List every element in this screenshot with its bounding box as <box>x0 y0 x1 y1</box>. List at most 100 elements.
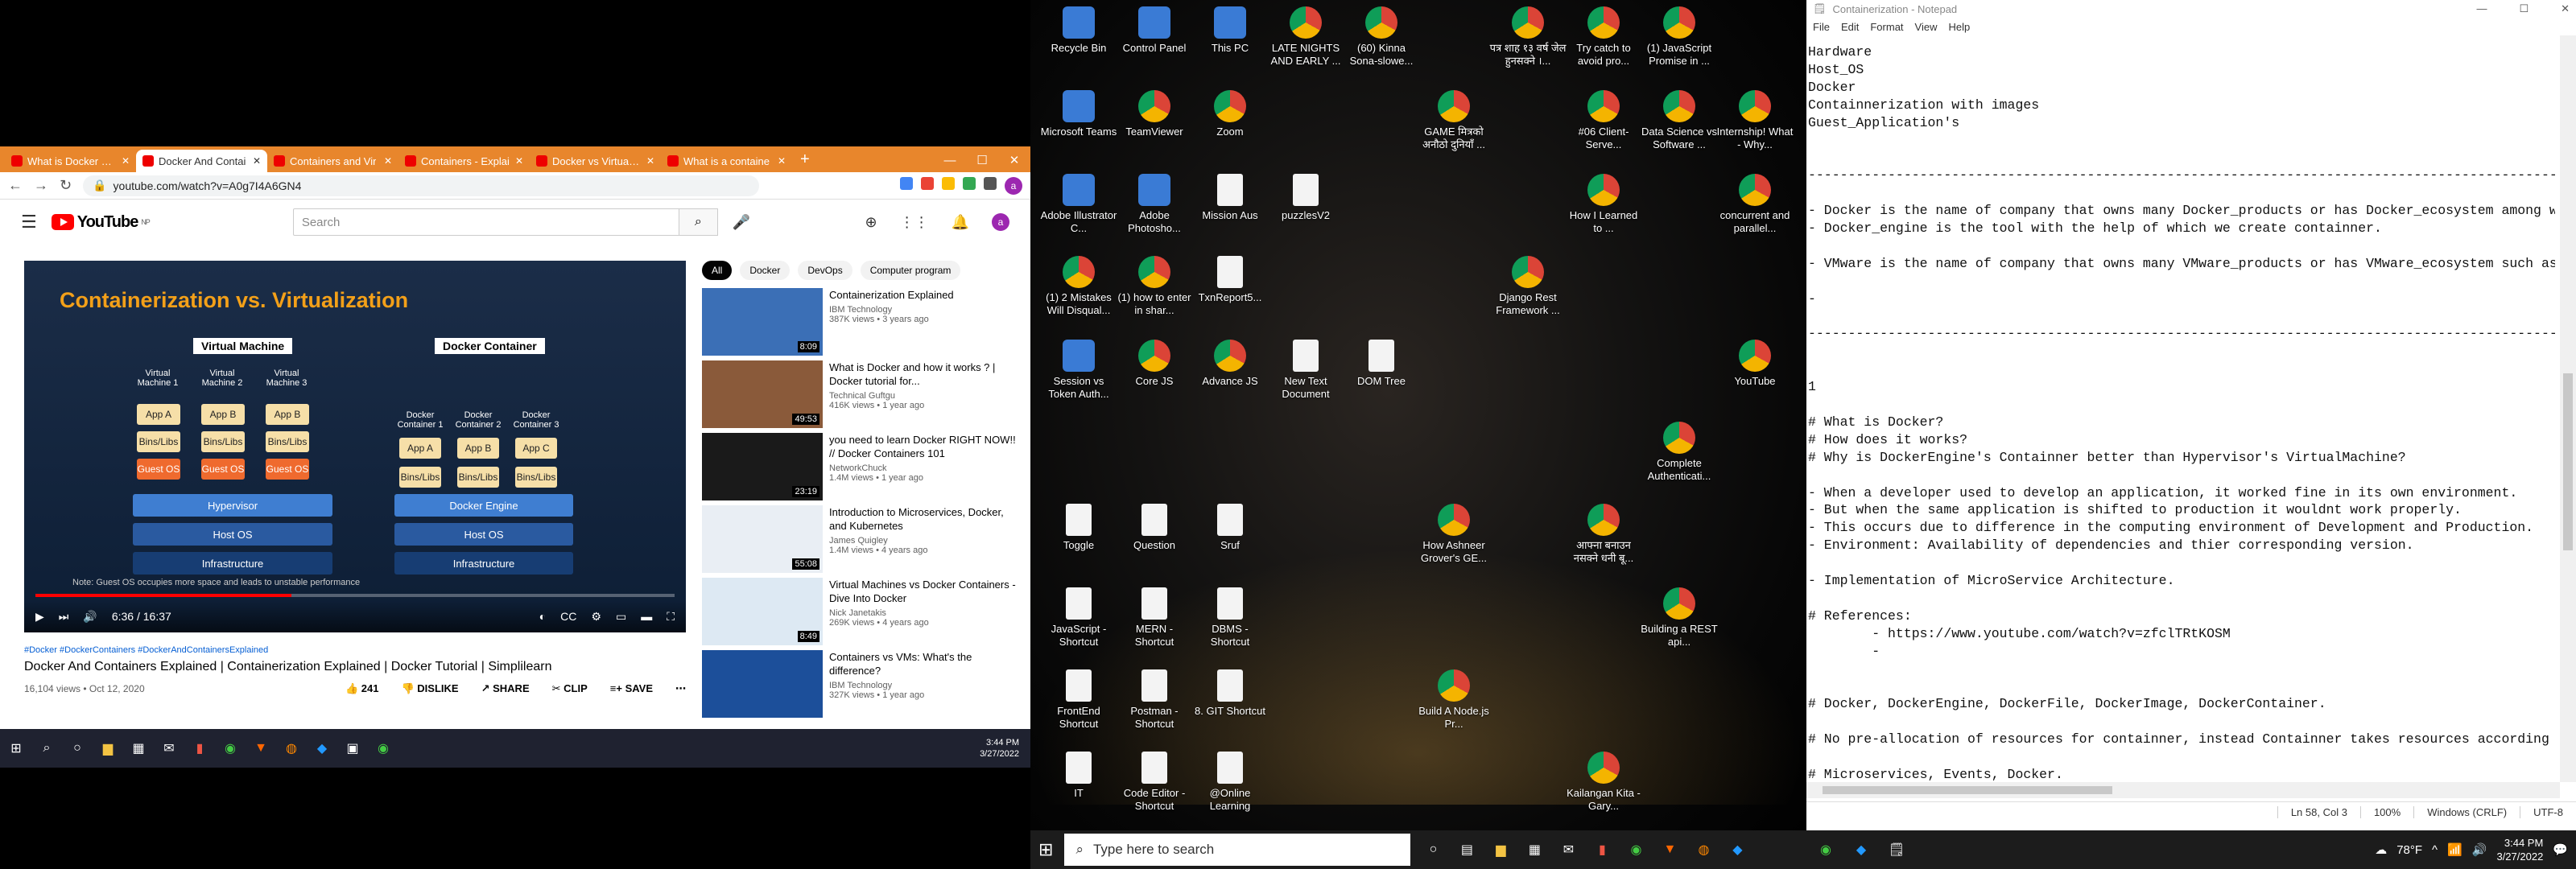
mail-icon[interactable]: ✉ <box>158 737 180 760</box>
desktop-icon[interactable]: Control Panel <box>1116 6 1193 55</box>
desktop-icon[interactable]: (1) how to enter in shar... <box>1116 256 1193 317</box>
chrome-icon[interactable]: ◉ <box>219 737 242 760</box>
office-icon[interactable]: ▮ <box>1591 838 1613 861</box>
desktop-icon[interactable]: @Online Learning <box>1191 752 1269 813</box>
menu-edit[interactable]: Edit <box>1841 21 1859 33</box>
chrome-icon[interactable]: ◉ <box>1814 838 1837 861</box>
browser-tab[interactable]: What is Docker and h ✕ <box>5 150 136 172</box>
create-icon[interactable]: ⊕ <box>865 214 877 231</box>
video-hashtags[interactable]: #Docker #DockerContainers #DockerAndCont… <box>24 645 686 655</box>
reload-icon[interactable]: ↻ <box>60 177 72 194</box>
menu-file[interactable]: File <box>1813 21 1830 33</box>
brave-icon[interactable]: ▼ <box>250 737 272 760</box>
browser-tab[interactable]: Docker And Contai ✕ <box>136 150 267 172</box>
mail-icon[interactable]: ✉ <box>1557 838 1579 861</box>
desktop-icon[interactable]: FrontEnd Shortcut <box>1040 669 1117 731</box>
desktop-icon[interactable]: Adobe Photosho... <box>1116 174 1193 235</box>
video-thumbnail[interactable]: 55:08 <box>702 505 823 573</box>
filter-chip[interactable]: DevOps <box>798 261 852 280</box>
desktop-icon[interactable]: MERN - Shortcut <box>1116 587 1193 649</box>
menu-icon[interactable]: ☰ <box>21 212 37 233</box>
search-icon[interactable]: ⌕ <box>679 208 718 236</box>
horizontal-scrollbar[interactable] <box>1806 782 2560 798</box>
url-field[interactable]: 🔒 youtube.com/watch?v=A0g7I4A6GN4 <box>83 175 760 196</box>
vscode-icon[interactable]: ◆ <box>311 737 333 760</box>
vertical-scrollbar[interactable] <box>2560 35 2576 782</box>
dislike-button[interactable]: 👎 DISLIKE <box>401 682 458 695</box>
terminal-icon[interactable]: ▣ <box>341 737 364 760</box>
extension-icon[interactable] <box>900 176 913 190</box>
desktop-icon[interactable]: DOM Tree <box>1343 340 1420 388</box>
profile-avatar[interactable]: a <box>1005 176 1022 195</box>
filter-chip[interactable]: All <box>702 261 733 280</box>
maximize-icon[interactable]: ☐ <box>966 150 998 172</box>
store-icon[interactable]: ▦ <box>127 737 150 760</box>
video-player[interactable]: Containerization vs. Virtualization Virt… <box>24 261 686 632</box>
back-icon[interactable]: ← <box>8 177 23 194</box>
desktop-icon[interactable]: IT <box>1040 752 1117 800</box>
autoplay-toggle[interactable]: ◐ <box>539 610 546 623</box>
desktop-icon[interactable]: Build A Node.js Pr... <box>1415 669 1492 731</box>
office-icon[interactable]: ▮ <box>188 737 211 760</box>
menu-format[interactable]: Format <box>1870 21 1903 33</box>
weather-icon[interactable]: ☁ <box>2375 842 2387 857</box>
recommendation-item[interactable]: Containers vs VMs: What's the difference… <box>702 650 1024 723</box>
desktop-icon[interactable]: How I Learned to ... <box>1565 174 1642 235</box>
minimize-icon[interactable]: — <box>2476 2 2487 15</box>
like-button[interactable]: 👍 241 <box>345 682 379 695</box>
brave-icon[interactable]: ▼ <box>1658 838 1681 861</box>
search-icon[interactable]: ⌕ <box>35 737 58 760</box>
close-tab-icon[interactable]: ✕ <box>778 155 786 167</box>
desktop-icon[interactable]: Question <box>1116 504 1193 552</box>
recommendation-item[interactable]: 23:19 you need to learn Docker RIGHT NOW!… <box>702 433 1024 505</box>
close-tab-icon[interactable]: ✕ <box>122 155 130 167</box>
youtube-search-input[interactable]: Search <box>292 208 679 236</box>
desktop-icon[interactable]: TeamViewer <box>1116 90 1193 138</box>
browser-tab[interactable]: What is a containe ✕ <box>661 150 792 172</box>
desktop-icon[interactable]: Recycle Bin <box>1040 6 1117 55</box>
desktop-icon[interactable]: How Ashneer Grover's GE... <box>1415 504 1492 565</box>
desktop-icon[interactable]: (1) JavaScript Promise in ... <box>1641 6 1718 68</box>
bell-icon[interactable]: 🔔 <box>952 214 969 231</box>
cortana-icon[interactable]: ○ <box>1422 838 1444 861</box>
desktop-icon[interactable]: Microsoft Teams <box>1040 90 1117 138</box>
chevron-up-icon[interactable]: ^ <box>2432 843 2438 857</box>
scroll-thumb[interactable] <box>2563 373 2573 550</box>
desktop-icon[interactable]: #06 Client-Serve... <box>1565 90 1642 151</box>
close-tab-icon[interactable]: ✕ <box>515 155 523 167</box>
windows-icon[interactable]: ⊞ <box>5 737 27 760</box>
desktop-icon[interactable]: (60) Kinna Sona-slowe... <box>1343 6 1420 68</box>
settings-icon[interactable]: ⚙ <box>591 610 601 624</box>
chrome-active-icon[interactable]: ◉ <box>372 737 394 760</box>
desktop-icon[interactable]: Data Science vs Software ... <box>1641 90 1718 151</box>
right-clock[interactable]: 3:44 PM 3/27/2022 <box>2496 836 2543 863</box>
desktop-icon[interactable]: Django Rest Framework ... <box>1489 256 1567 317</box>
firefox-icon[interactable]: ◍ <box>1692 838 1715 861</box>
store-icon[interactable]: ▦ <box>1523 838 1546 861</box>
desktop-icon[interactable]: (1) 2 Mistakes Will Disqual... <box>1040 256 1117 317</box>
extension-icon[interactable] <box>963 176 976 190</box>
desktop-icon[interactable]: Zoom <box>1191 90 1269 138</box>
desktop-icon[interactable]: GAME मित्रको अनौठो दुनियाँ ... <box>1415 90 1492 151</box>
desktop-icon[interactable]: Internship! What - Why... <box>1716 90 1794 151</box>
close-icon[interactable]: ✕ <box>998 150 1030 172</box>
wifi-icon[interactable]: 📶 <box>2447 842 2462 857</box>
browser-tab[interactable]: Docker vs Virtual M ✕ <box>530 150 661 172</box>
extension-icon[interactable] <box>942 176 955 190</box>
video-thumbnail[interactable]: 8:09 <box>702 288 823 356</box>
desktop-icon[interactable]: Building a REST api... <box>1641 587 1718 649</box>
video-progress-bar[interactable] <box>35 594 675 597</box>
cortana-icon[interactable]: ○ <box>66 737 89 760</box>
fullscreen-icon[interactable]: ⛶ <box>667 610 675 624</box>
desktop-icon[interactable]: puzzlesV2 <box>1267 174 1344 222</box>
desktop-icon[interactable]: Complete Authenticati... <box>1641 422 1718 483</box>
desktop-icon[interactable]: Toggle <box>1040 504 1117 552</box>
close-tab-icon[interactable]: ✕ <box>646 155 654 167</box>
desktop-icon[interactable]: Code Editor - Shortcut <box>1116 752 1193 813</box>
desktop-icon[interactable]: DBMS - Shortcut <box>1191 587 1269 649</box>
desktop-icon[interactable]: Adobe Illustrator C... <box>1040 174 1117 235</box>
filter-chip[interactable]: Computer program <box>860 261 961 280</box>
microphone-icon[interactable]: 🎤 <box>733 214 750 231</box>
close-tab-icon[interactable]: ✕ <box>253 155 261 167</box>
forward-icon[interactable]: → <box>34 177 48 194</box>
